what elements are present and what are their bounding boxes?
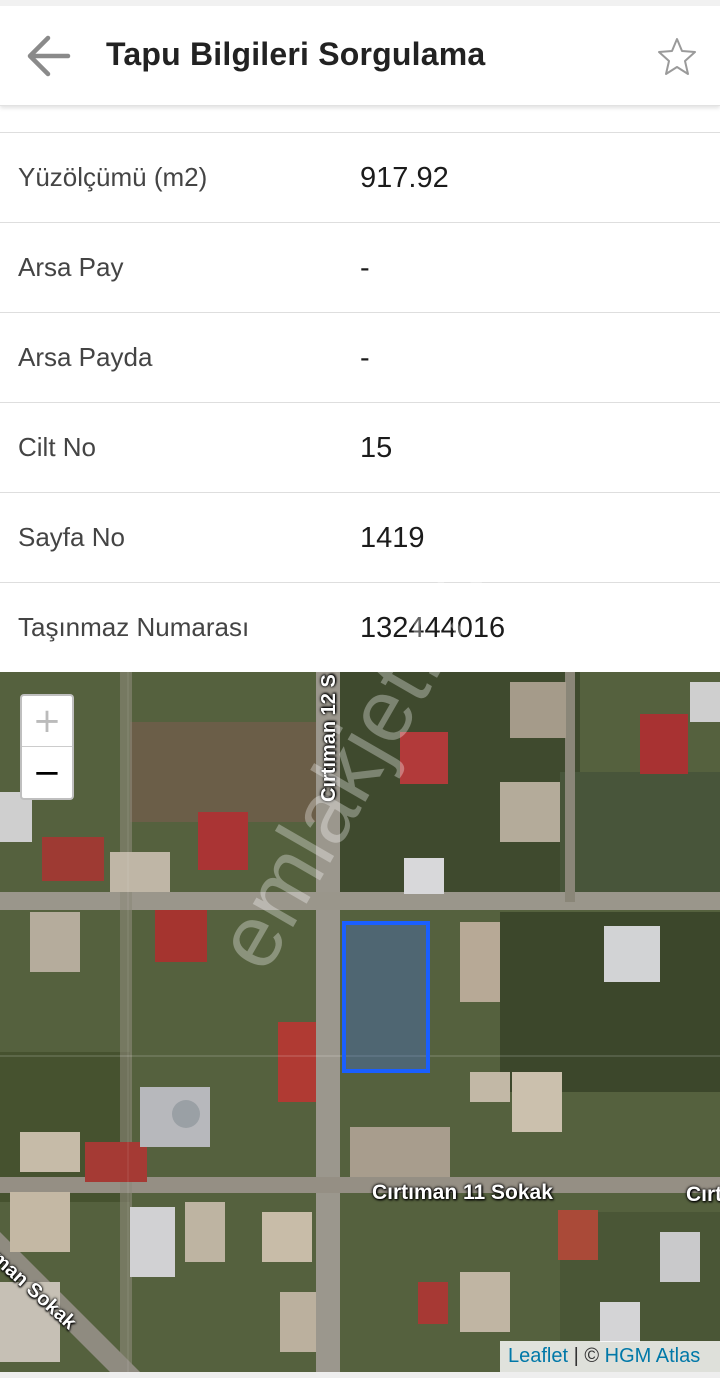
detail-row-arsa-payda: Arsa Payda - [0, 312, 720, 402]
bottom-strip [0, 1372, 720, 1378]
map-zoom-control: + − [20, 694, 74, 800]
detail-value: - [360, 342, 370, 374]
detail-label: Arsa Payda [18, 342, 153, 372]
detail-label: Taşınmaz Numarası [18, 612, 250, 642]
deed-details-list: Yüzölçümü (m2) 917.92 Arsa Pay - Arsa Pa… [0, 132, 720, 672]
detail-row-area: Yüzölçümü (m2) 917.92 [0, 132, 720, 222]
detail-value: 15 [360, 432, 393, 464]
arrow-left-icon[interactable] [24, 34, 74, 78]
star-outline-icon[interactable] [656, 36, 698, 76]
detail-label: Cilt No [18, 432, 97, 462]
hgm-atlas-link[interactable]: HGM Atlas [605, 1345, 701, 1367]
page-title: Tapu Bilgileri Sorgulama [106, 36, 486, 72]
detail-value: 917.92 [360, 162, 449, 194]
parcel-boundary[interactable] [342, 921, 430, 1073]
attribution-separator: | © [568, 1345, 605, 1367]
street-label-horizontal: Cırtıman 11 Sokak [372, 1181, 553, 1204]
detail-row-sayfa-no: Sayfa No 1419 [0, 492, 720, 582]
detail-row-cilt-no: Cilt No 15 [0, 402, 720, 492]
detail-label: Yüzölçümü (m2) [18, 162, 208, 192]
map-attribution: Leaflet | © HGM Atlas [500, 1341, 720, 1372]
zoom-out-button[interactable]: − [22, 747, 72, 798]
app-header: Tapu Bilgileri Sorgulama [0, 0, 720, 106]
detail-label: Arsa Pay [18, 252, 124, 282]
detail-row-arsa-pay: Arsa Pay - [0, 222, 720, 312]
street-label-right-edge: Cırt [686, 1183, 720, 1206]
zoom-in-button[interactable]: + [22, 696, 72, 747]
detail-value: - [360, 252, 370, 284]
detail-label: Sayfa No [18, 522, 125, 552]
leaflet-link[interactable]: Leaflet [508, 1345, 568, 1367]
status-strip [0, 0, 720, 6]
